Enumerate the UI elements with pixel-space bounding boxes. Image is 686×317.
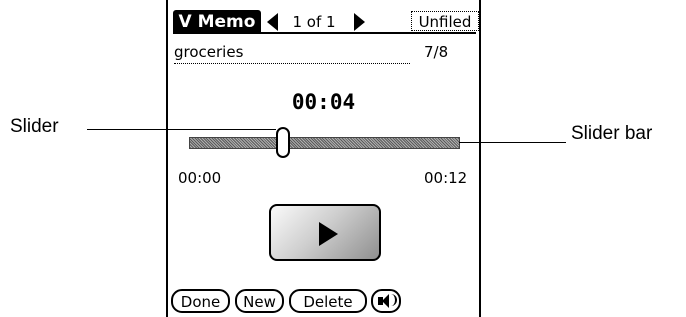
speaker-cone [382, 294, 389, 308]
memo-date: 7/8 [424, 43, 449, 61]
leader-line-slider-bar [459, 142, 566, 143]
left-arrow-icon[interactable] [267, 13, 278, 31]
slider-bar[interactable] [189, 137, 460, 149]
slider-thumb[interactable] [276, 127, 290, 158]
current-time: 00:04 [291, 90, 356, 114]
speaker-wave [390, 294, 397, 306]
callout-slider: Slider [10, 116, 59, 137]
play-button[interactable] [269, 204, 381, 261]
title-bar: V Memo 1 of 1 Unfiled [168, 10, 479, 34]
palm-screen: V Memo 1 of 1 Unfiled groceries 7/8 00:0… [166, 0, 481, 317]
memo-name-field[interactable]: groceries [174, 42, 410, 64]
category-picker[interactable]: Unfiled [411, 11, 479, 31]
app-title[interactable]: V Memo [173, 10, 261, 34]
volume-button[interactable] [371, 289, 401, 313]
done-button[interactable]: Done [171, 289, 230, 313]
end-time: 00:12 [424, 169, 468, 187]
right-arrow-icon[interactable] [354, 13, 365, 31]
leader-line-slider [87, 129, 276, 130]
record-count: 1 of 1 [292, 13, 336, 31]
play-icon [319, 222, 338, 246]
callout-slider-bar: Slider bar [571, 123, 653, 144]
title-divider [173, 32, 476, 34]
start-time: 00:00 [178, 169, 222, 187]
delete-button[interactable]: Delete [289, 289, 367, 313]
new-button[interactable]: New [235, 289, 284, 313]
